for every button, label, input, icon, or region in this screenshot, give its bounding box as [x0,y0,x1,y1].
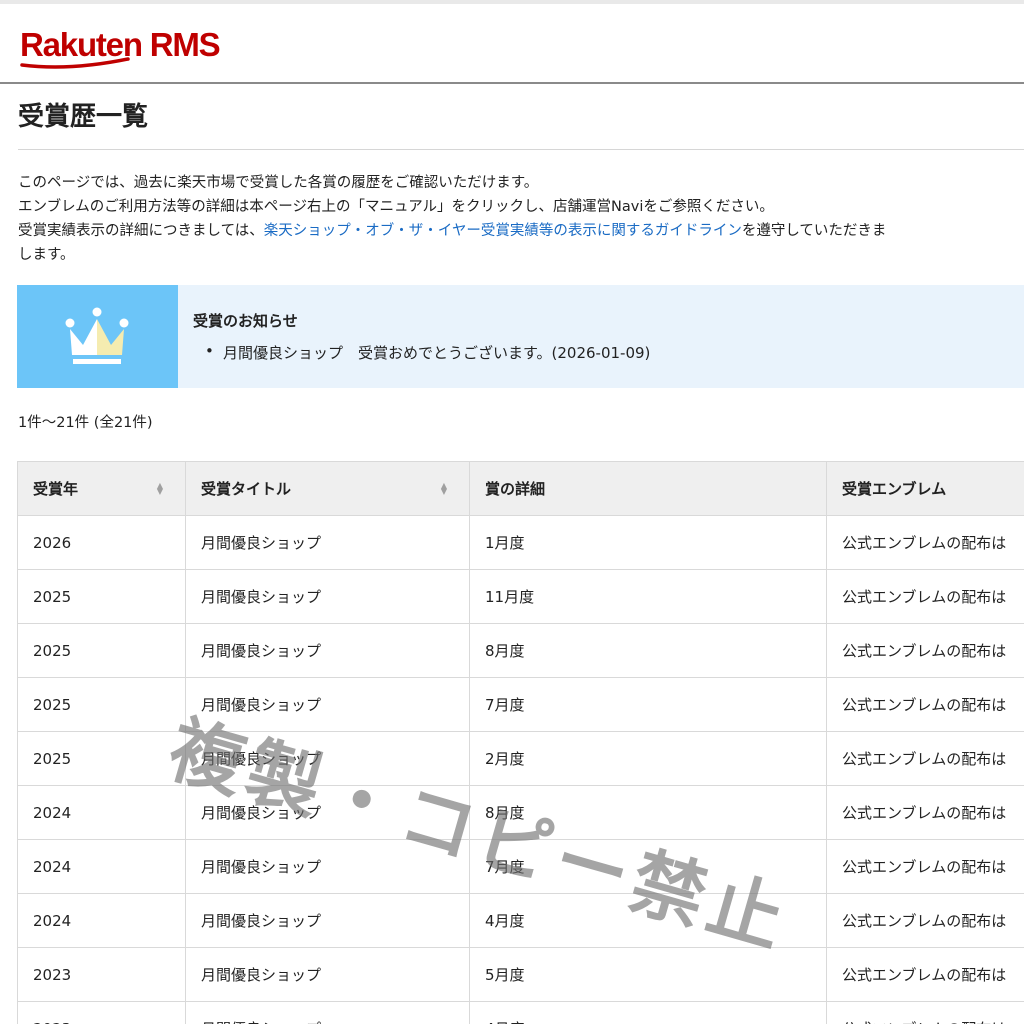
cell-award-title: 月間優良ショップ [185,623,470,678]
notice-icon-box [17,285,178,388]
cell-award-detail: 5月度 [469,947,827,1002]
cell-award-detail: 7月度 [469,839,827,894]
table-row: 2024 月間優良ショップ 7月度 公式エンブレムの配布は [17,839,1024,894]
cell-award-year: 2025 [17,731,186,786]
column-header-label: 賞の詳細 [485,480,546,498]
cell-award-emblem: 公式エンブレムの配布は [826,731,1024,786]
page-title: 受賞歴一覧 [18,102,149,132]
table-row: 2023 月間優良ショップ 4月度 公式エンブレムの配布は [17,1001,1024,1024]
cell-award-year: 2024 [17,893,186,948]
guideline-link[interactable]: 楽天ショップ・オブ・ザ・イヤー受賞実績等の表示に関するガイドライン [264,223,742,239]
cell-award-detail: 8月度 [469,623,827,678]
cell-award-title: 月間優良ショップ [185,893,470,948]
cell-award-title: 月間優良ショップ [185,569,470,624]
app-header: Rakuten RMS [0,4,1024,84]
cell-award-detail: 4月度 [469,893,827,948]
cell-award-year: 2026 [17,515,186,570]
cell-award-emblem: 公式エンブレムの配布は [826,515,1024,570]
table-row: 2025 月間優良ショップ 2月度 公式エンブレムの配布は [17,731,1024,786]
cell-award-year: 2025 [17,569,186,624]
table-row: 2023 月間優良ショップ 5月度 公式エンブレムの配布は [17,947,1024,1002]
title-divider [18,149,1024,150]
sort-icon[interactable]: ▲ ▼ [441,482,447,496]
rakuten-rms-logo[interactable]: Rakuten RMS [20,26,221,69]
cell-award-emblem: 公式エンブレムの配布は [826,1001,1024,1024]
column-header-label: 受賞年 [33,480,79,498]
cell-award-emblem: 公式エンブレムの配布は [826,947,1024,1002]
column-header-award-title[interactable]: 受賞タイトル ▲ ▼ [185,461,470,516]
award-notice-panel: 受賞のお知らせ 月間優良ショップ 受賞おめでとうございます。(2026-01-0… [17,285,1024,388]
cell-award-year: 2024 [17,785,186,840]
cell-award-emblem: 公式エンブレムの配布は [826,893,1024,948]
result-count: 1件～21件 (全21件) [18,415,153,431]
cell-award-title: 月間優良ショップ [185,1001,470,1024]
column-header-award-emblem: 受賞エンブレム [826,461,1024,516]
intro-line-4: します。 [18,247,75,263]
table-row: 2025 月間優良ショップ 8月度 公式エンブレムの配布は [17,623,1024,678]
intro-line-3: 受賞実績表示の詳細につきましては、楽天ショップ・オブ・ザ・イヤー受賞実績等の表示… [18,219,1024,243]
column-header-award-detail: 賞の詳細 [469,461,827,516]
notice-list: 月間優良ショップ 受賞おめでとうございます。(2026-01-09) [205,342,650,363]
cell-award-year: 2023 [17,947,186,1002]
cell-award-detail: 4月度 [469,1001,827,1024]
cell-award-detail: 11月度 [469,569,827,624]
notice-heading: 受賞のお知らせ [193,312,298,330]
awards-table: 受賞年 ▲ ▼ 受賞タイトル ▲ ▼ 賞の詳細 受賞エンブレム 2026 月間優良シ… [17,461,1024,1024]
cell-award-title: 月間優良ショップ [185,785,470,840]
cell-award-year: 2025 [17,677,186,732]
logo-swoosh-icon [20,57,130,69]
intro-line-3-after: を遵守していただきま [741,223,887,239]
intro-line-2: エンブレムのご利用方法等の詳細は本ページ右上の「マニュアル」をクリックし、店舗運… [18,199,774,215]
cell-award-emblem: 公式エンブレムの配布は [826,623,1024,678]
cell-award-title: 月間優良ショップ [185,677,470,732]
intro-line-1: このページでは、過去に楽天市場で受賞した各賞の履歴をご確認いただけます。 [18,175,539,191]
cell-award-detail: 7月度 [469,677,827,732]
cell-award-title: 月間優良ショップ [185,515,470,570]
cell-award-title: 月間優良ショップ [185,731,470,786]
cell-award-emblem: 公式エンブレムの配布は [826,569,1024,624]
awards-table-container: 受賞年 ▲ ▼ 受賞タイトル ▲ ▼ 賞の詳細 受賞エンブレム 2026 月間優良シ… [17,461,1024,1024]
table-row: 2025 月間優良ショップ 7月度 公式エンブレムの配布は [17,677,1024,732]
cell-award-year: 2023 [17,1001,186,1024]
cell-award-detail: 2月度 [469,731,827,786]
table-row: 2025 月間優良ショップ 11月度 公式エンブレムの配布は [17,569,1024,624]
notice-item: 月間優良ショップ 受賞おめでとうございます。(2026-01-09) [205,342,650,363]
cell-award-title: 月間優良ショップ [185,947,470,1002]
cell-award-detail: 1月度 [469,515,827,570]
cell-award-emblem: 公式エンブレムの配布は [826,677,1024,732]
cell-award-title: 月間優良ショップ [185,839,470,894]
column-header-award-year[interactable]: 受賞年 ▲ ▼ [17,461,186,516]
cell-award-emblem: 公式エンブレムの配布は [826,785,1024,840]
column-header-label: 受賞エンブレム [842,480,947,498]
cell-award-detail: 8月度 [469,785,827,840]
table-header-row: 受賞年 ▲ ▼ 受賞タイトル ▲ ▼ 賞の詳細 受賞エンブレム [17,461,1024,516]
sort-icon[interactable]: ▲ ▼ [157,482,163,496]
crown-icon [65,307,129,364]
column-header-label: 受賞タイトル [201,480,292,498]
intro-text: このページでは、過去に楽天市場で受賞した各賞の履歴をご確認いただけます。 エンブ… [18,171,1024,267]
cell-award-emblem: 公式エンブレムの配布は [826,839,1024,894]
table-row: 2026 月間優良ショップ 1月度 公式エンブレムの配布は [17,515,1024,570]
intro-line-3-before: 受賞実績表示の詳細につきましては、 [18,223,264,239]
table-row: 2024 月間優良ショップ 4月度 公式エンブレムの配布は [17,893,1024,948]
table-row: 2024 月間優良ショップ 8月度 公式エンブレムの配布は [17,785,1024,840]
cell-award-year: 2025 [17,623,186,678]
cell-award-year: 2024 [17,839,186,894]
